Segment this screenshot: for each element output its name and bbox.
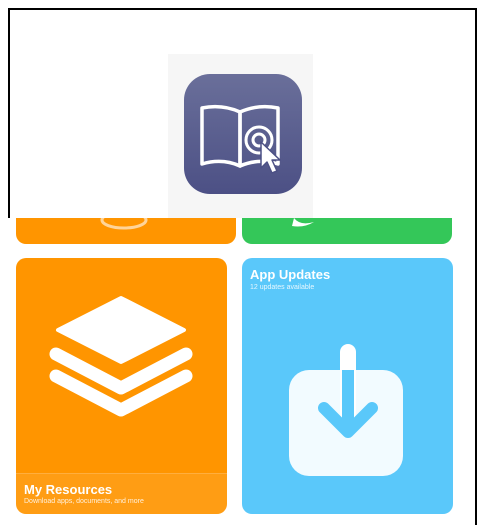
- app-updates-tile[interactable]: App Updates 12 updates available: [242, 258, 453, 514]
- tile-top-left[interactable]: [16, 218, 236, 244]
- tile-top-right[interactable]: [242, 218, 452, 244]
- frame-left-border: [8, 8, 10, 218]
- download-arrow-icon: [289, 344, 403, 476]
- my-resources-title: My Resources: [24, 482, 113, 497]
- my-resources-tile[interactable]: My Resources Download apps, documents, a…: [16, 258, 227, 514]
- app-logo: [184, 74, 302, 194]
- speech-bubble-icon: [292, 218, 314, 227]
- frame-right-border: [475, 8, 477, 525]
- book-with-cursor-icon: [200, 104, 281, 174]
- app-screen: My Resources Download apps, documents, a…: [10, 218, 475, 525]
- my-resources-subtitle: Download apps, documents, and more: [24, 498, 144, 505]
- partial-orange-icon: [100, 218, 148, 230]
- frame-top-border: [8, 8, 477, 10]
